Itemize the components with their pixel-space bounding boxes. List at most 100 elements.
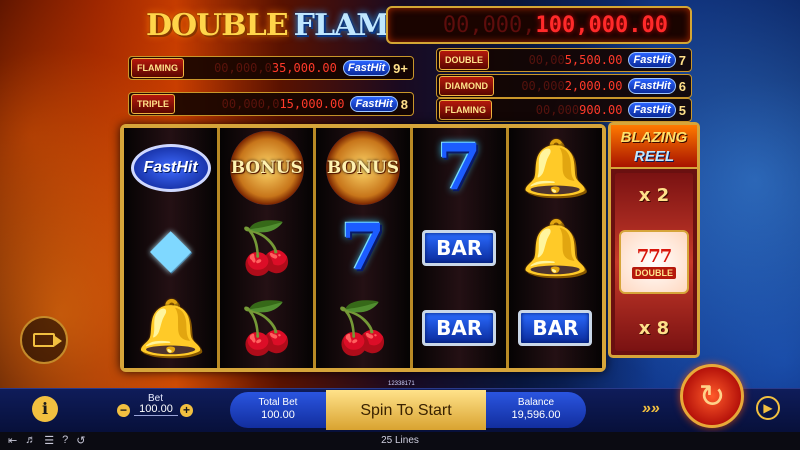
fasthit-icon: FastHit (342, 60, 391, 76)
jackpot-ghost-digits: 00,000 (521, 79, 565, 93)
jackpot-amount: 00,000900.00 (492, 103, 628, 117)
plus-icon: + (182, 403, 190, 417)
bet-value: 100.00 (134, 403, 178, 416)
bet-increase-button[interactable]: + (180, 404, 193, 417)
fasthit-icon: FastHit (350, 96, 398, 112)
spin-to-start-button[interactable]: Spin To Start (326, 390, 486, 430)
fasthit-icon: FastHit (628, 78, 676, 94)
symbol-bar: BAR (417, 292, 501, 364)
balance-value: 19,596.00 (511, 409, 561, 421)
symbol-bell: 🔔 (129, 292, 213, 364)
spin-button[interactable]: ↻ (680, 364, 744, 428)
reel-1: FastHit ◆ 🔔 (124, 128, 221, 368)
balance-label: Balance (517, 397, 555, 408)
jackpot-value: 15,000.00 (279, 97, 345, 111)
bar-icon: BAR (518, 310, 593, 346)
jackpot-ghost-digits: 00,00 (528, 53, 565, 67)
bell-icon: 🔔 (521, 218, 590, 278)
jackpot-count: 6 (678, 78, 686, 94)
symbol-fasthit: FastHit (129, 132, 213, 204)
multiplier-top: x 2 (638, 185, 670, 206)
jackpot-badge: FLAMING (439, 100, 492, 120)
autoplay-button[interactable]: ▶ (756, 396, 780, 420)
reel-5: 🔔 🔔 BAR (508, 128, 603, 368)
reel-4: 7 BAR BAR (412, 128, 509, 368)
symbol-seven: 7 (417, 132, 501, 204)
video-camera-button[interactable] (20, 316, 68, 364)
jackpot-amount: 00,000,035,000.00 (184, 61, 343, 75)
blazing-title-line2: REEL (633, 148, 674, 165)
total-bet-label: Total Bet (258, 397, 298, 408)
symbol-diamond: ◆ (129, 212, 213, 284)
turbo-icon: »» (642, 400, 660, 417)
jackpot-value: 35,000.00 (271, 61, 337, 75)
diamond-icon: ◆ (149, 218, 192, 278)
bar-icon: BAR (422, 310, 497, 346)
video-camera-icon (33, 333, 62, 347)
jackpot-flaming-9: FLAMING 00,000,035,000.00 FastHit 9+ (128, 56, 414, 80)
turbo-button[interactable]: »» (642, 400, 660, 418)
symbol-bar: BAR (417, 212, 501, 284)
main-jackpot-display: 00,000, 100,000.00 (386, 6, 692, 44)
lines-count: 25 Lines (381, 435, 419, 446)
game-logo: DOUBLE FLAME (146, 4, 411, 46)
double-label: DOUBLE (632, 266, 676, 279)
jackpot-ghost-digits: 00,000 (535, 103, 580, 117)
symbol-seven: 7 (321, 212, 405, 284)
seven-icon: 7 (340, 210, 386, 285)
triple-seven-double-icon: 777 DOUBLE (619, 230, 689, 294)
footer-bar: ⇤ ♬ ☰ ? ↺ 25 Lines (0, 432, 800, 450)
total-bet-panel: Total Bet 100.00 (230, 392, 326, 428)
round-id: 12338171 (388, 381, 415, 387)
jackpot-ghost-digits: 00,000, (442, 12, 536, 38)
symbol-bar: BAR (513, 292, 597, 364)
logo-word-double: DOUBLE (146, 7, 289, 43)
symbol-cherry: 🍒 (321, 292, 405, 364)
minus-icon: − (119, 403, 127, 417)
triple-seven-text: 777 (636, 245, 673, 267)
jackpot-count: 8 (400, 96, 408, 112)
spin-arrow-icon: ↻ (698, 378, 726, 414)
blazing-reel: BLAZING REEL x 2 777 DOUBLE x 8 (608, 122, 700, 358)
symbol-cherry: 🍒 (225, 212, 309, 284)
jackpot-value: 2,000.00 (564, 79, 623, 93)
info-icon: i (41, 399, 49, 418)
blazing-title-line1: BLAZING (620, 129, 688, 146)
fasthit-icon: FastHit (628, 102, 676, 118)
symbol-bonus: BONUS (321, 131, 405, 205)
reel-2: BONUS 🍒 🍒 (220, 128, 317, 368)
symbol-bell: 🔔 (513, 132, 597, 204)
reel-3: BONUS 7 🍒 (316, 128, 413, 368)
cherry-icon: 🍒 (235, 220, 298, 276)
cherry-icon: 🍒 (235, 300, 298, 356)
jackpot-count: 5 (678, 102, 686, 118)
symbol-cherry: 🍒 (225, 292, 309, 364)
jackpot-ghost-digits: 00,000,0 (214, 61, 272, 75)
jackpot-flaming-5: FLAMING 00,000900.00 FastHit 5 (436, 98, 692, 122)
info-button[interactable]: i (32, 396, 58, 422)
jackpot-diamond-6: DIAMOND 00,0002,000.00 FastHit 6 (436, 74, 692, 98)
jackpot-amount: 00,005,500.00 (489, 53, 628, 67)
jackpot-triple-8: TRIPLE 00,000,015,000.00 FastHit 8 (128, 92, 414, 116)
cherry-icon: 🍒 (331, 300, 395, 356)
bar-icon: BAR (422, 230, 497, 266)
seven-icon: 7 (436, 130, 482, 205)
blazing-reel-window: x 2 777 DOUBLE x 8 (615, 173, 693, 351)
jackpot-badge: FLAMING (131, 58, 184, 78)
jackpot-badge: TRIPLE (131, 94, 176, 114)
jackpot-double-7: DOUBLE 00,005,500.00 FastHit 7 (436, 48, 692, 72)
bonus-icon: BONUS (229, 131, 304, 205)
bet-decrease-button[interactable]: − (117, 404, 130, 417)
bonus-icon: BONUS (326, 131, 400, 205)
total-bet-value: 100.00 (261, 409, 295, 421)
symbol-bell: 🔔 (513, 212, 597, 284)
jackpot-count: 9+ (393, 60, 408, 76)
blazing-reel-title: BLAZING REEL (611, 125, 697, 169)
jackpot-value: 900.00 (579, 103, 623, 117)
jackpot-count: 7 (678, 52, 686, 68)
jackpot-value: 5,500.00 (564, 53, 623, 67)
jackpot-badge: DIAMOND (439, 76, 494, 96)
jackpot-badge: DOUBLE (439, 50, 489, 70)
balance-panel: Balance 19,596.00 (486, 392, 586, 428)
jackpot-amount: 00,000,015,000.00 (175, 97, 350, 111)
